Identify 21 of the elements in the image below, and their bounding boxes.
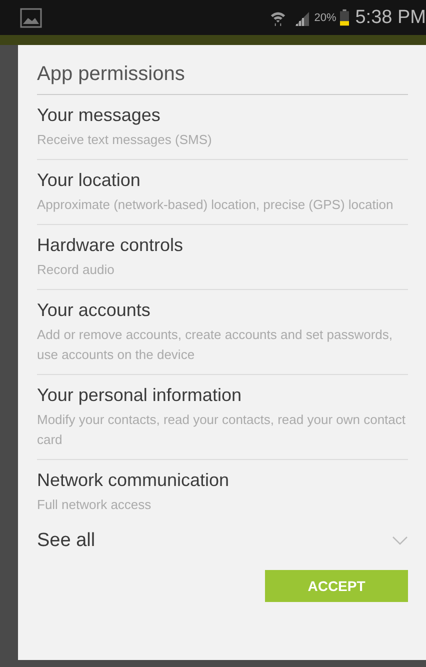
- permission-title: Your messages: [37, 105, 162, 126]
- see-all-link[interactable]: See all: [37, 530, 96, 552]
- battery-percent: 20%: [314, 12, 336, 24]
- permission-title: Network communication: [37, 470, 230, 491]
- chevron-down-icon[interactable]: [392, 536, 408, 546]
- signal-icon: [294, 10, 310, 26]
- permission-title: Hardware controls: [37, 235, 184, 256]
- permission-description: Receive text messages (SMS): [37, 131, 213, 149]
- battery-icon: [340, 9, 350, 26]
- wifi-icon: [270, 10, 286, 26]
- permission-description: Add or remove accounts, create accounts and set passwords, use accounts on the device: [37, 326, 394, 364]
- permission-description: Full network access: [37, 496, 152, 514]
- image-icon: [20, 8, 42, 28]
- permission-title: Your location: [37, 170, 142, 191]
- dialog-title: App permissions: [37, 45, 408, 95]
- permission-title: Your accounts: [37, 300, 152, 321]
- permission-title: Your personal information: [37, 385, 242, 406]
- permission-description: Record audio: [37, 261, 116, 279]
- clock: 5:38 PM: [355, 6, 426, 28]
- permission-description: Approximate (network-based) location, precise (GPS) location: [37, 196, 394, 214]
- permission-description: Modify your contacts, read your contacts, read your own contact card: [37, 411, 407, 449]
